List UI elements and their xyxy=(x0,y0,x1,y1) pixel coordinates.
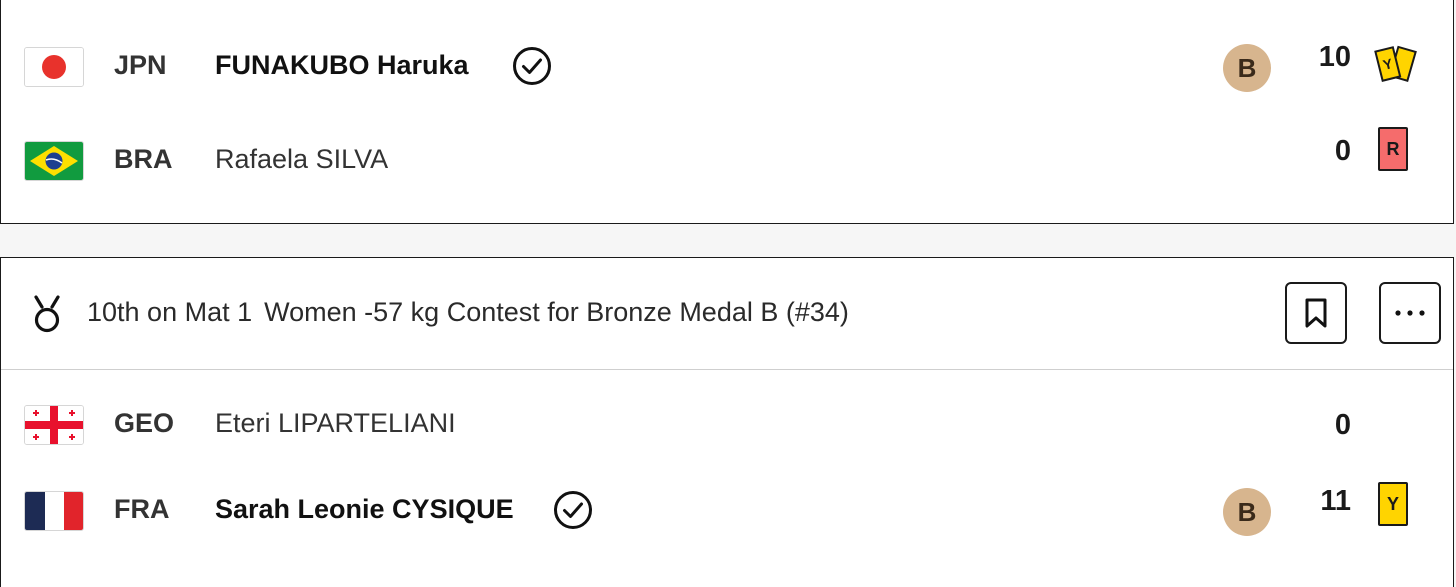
bronze-medal-badge: B xyxy=(1223,488,1271,536)
score: 10 xyxy=(1318,41,1351,73)
noc-code: GEO xyxy=(114,408,175,438)
flag-jpn-icon xyxy=(24,47,84,87)
match-header: 10th on Mat 1 Women -57 kg Contest for Br… xyxy=(1,258,1453,370)
yellow-card-icon: Y xyxy=(1378,482,1408,526)
match-description: Women -57 kg Contest for Bronze Medal B … xyxy=(264,297,849,327)
match-card-top[interactable]: JPN FUNAKUBO Haruka B 10 Y BRA Rafaela S… xyxy=(0,0,1454,224)
medal-icon xyxy=(34,295,60,333)
check-circle-icon xyxy=(554,491,592,529)
score: 0 xyxy=(1334,409,1351,441)
bookmark-icon xyxy=(1305,298,1327,328)
red-card-icon: R xyxy=(1378,127,1408,171)
bronze-medal-badge: B xyxy=(1223,44,1271,92)
noc-code: BRA xyxy=(114,144,173,174)
flag-fra-icon xyxy=(24,491,84,531)
competitor-row-geo: GEO Eteri LIPARTELIANI 0 xyxy=(1,395,1453,455)
flag-geo-icon xyxy=(24,405,84,445)
noc-code: JPN xyxy=(114,50,167,80)
yellow-card-icon: Y xyxy=(1374,45,1417,82)
bookmark-button[interactable] xyxy=(1285,282,1347,344)
more-horizontal-icon xyxy=(1395,310,1425,316)
noc-code: FRA xyxy=(114,494,170,524)
check-circle-icon xyxy=(513,47,551,85)
athlete-name[interactable]: Sarah Leonie CYSIQUE xyxy=(215,494,514,525)
competitor-row-bra: BRA Rafaela SILVA 0 R xyxy=(1,127,1453,191)
score: 11 xyxy=(1320,485,1351,517)
flag-bra-icon xyxy=(24,141,84,181)
athlete-name[interactable]: Eteri LIPARTELIANI xyxy=(215,408,456,439)
competitor-row-fra: FRA Sarah Leonie CYSIQUE B 11 Y xyxy=(1,481,1453,541)
match-card-bottom[interactable]: 10th on Mat 1 Women -57 kg Contest for Br… xyxy=(0,257,1454,587)
score: 0 xyxy=(1334,135,1351,167)
match-info: 10th on Mat 1 Women -57 kg Contest for Br… xyxy=(87,297,849,328)
more-options-button[interactable] xyxy=(1379,282,1441,344)
athlete-name[interactable]: Rafaela SILVA xyxy=(215,144,388,175)
match-order: 10th on Mat 1 xyxy=(87,297,253,327)
competitor-row-jpn: JPN FUNAKUBO Haruka B 10 Y xyxy=(1,37,1453,97)
athlete-name[interactable]: FUNAKUBO Haruka xyxy=(215,50,469,81)
